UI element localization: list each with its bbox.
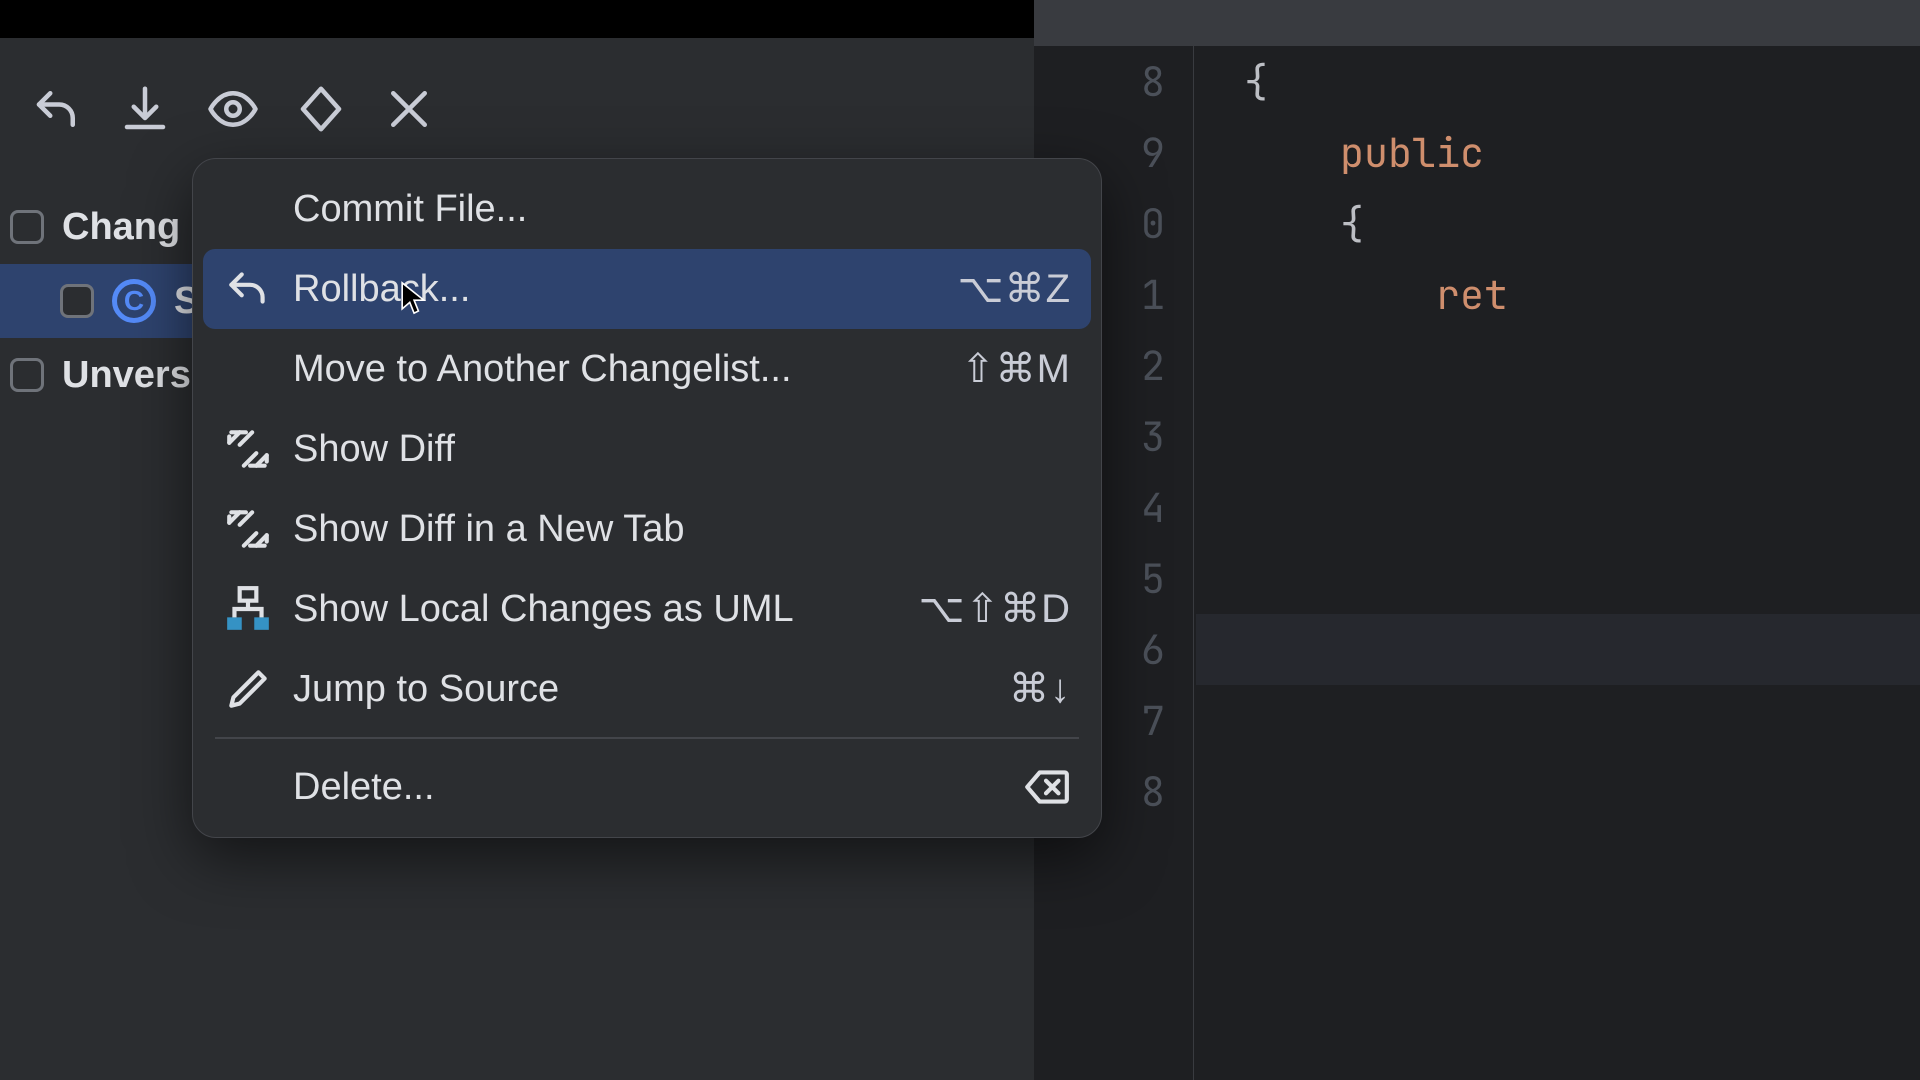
code-line: ret (1196, 259, 1508, 330)
menu-item[interactable]: Show Local Changes as UML ⌥⇧⌘D (203, 569, 1091, 649)
menu-item[interactable]: Commit File... (203, 169, 1091, 249)
pencil-icon (223, 664, 273, 714)
code-line: { (1196, 188, 1508, 259)
backspace-icon (1021, 762, 1071, 812)
menu-item-shortcut: ⌥⌘Z (957, 266, 1071, 312)
menu-item[interactable]: Delete... (203, 747, 1091, 827)
menu-item-shortcut: ⇧⌘M (961, 346, 1071, 392)
menu-item-icon-placeholder (223, 184, 273, 234)
download-icon[interactable] (118, 82, 172, 136)
menu-item-label: Commit File... (293, 188, 1071, 231)
code-line: { (1196, 46, 1508, 117)
menu-item[interactable]: Show Diff (203, 409, 1091, 489)
commit-toolbar (10, 70, 456, 148)
menu-item-label: Jump to Source (293, 668, 989, 711)
diamond-icon[interactable] (294, 82, 348, 136)
diff-icon (223, 424, 273, 474)
menu-item-label: Show Diff (293, 428, 1071, 471)
menu-item-icon-placeholder (223, 344, 273, 394)
menu-item-label: Rollback... (293, 268, 937, 311)
checkbox[interactable] (60, 284, 94, 318)
code-editor[interactable]: 89012345678 { public { ret (1034, 0, 1920, 1080)
editor-current-line-highlight (1196, 614, 1920, 685)
line-number: 8 (1034, 46, 1165, 117)
diff-icon (223, 504, 273, 554)
window-titlebar (0, 0, 1034, 38)
close-icon[interactable] (382, 82, 436, 136)
editor-content: { public { ret (1196, 46, 1508, 330)
menu-item-shortcut: ⌥⇧⌘D (919, 586, 1072, 632)
menu-separator (215, 737, 1079, 739)
menu-item[interactable]: Show Diff in a New Tab (203, 489, 1091, 569)
unversioned-label: Unvers (62, 354, 191, 397)
checkbox[interactable] (10, 358, 44, 392)
undo-icon (223, 264, 273, 314)
context-menu: Commit File... Rollback... ⌥⌘Z Move to Anot… (192, 158, 1102, 838)
class-file-letter: C (124, 285, 144, 317)
menu-item-shortcut: ⌘↓ (1009, 666, 1071, 712)
menu-item[interactable]: Rollback... ⌥⌘Z (203, 249, 1091, 329)
menu-item-label: Move to Another Changelist... (293, 348, 941, 391)
class-file-icon: C (112, 279, 156, 323)
editor-scroll-track (1034, 0, 1920, 46)
checkbox[interactable] (10, 210, 44, 244)
menu-item[interactable]: Move to Another Changelist... ⇧⌘M (203, 329, 1091, 409)
menu-item-label: Show Diff in a New Tab (293, 508, 1071, 551)
menu-item-icon-placeholder (223, 762, 273, 812)
code-line: public (1196, 117, 1508, 188)
changelist-label: Chang (62, 206, 180, 249)
undo-icon[interactable] (30, 82, 84, 136)
menu-item-label: Delete... (293, 766, 1001, 809)
uml-icon (223, 584, 273, 634)
menu-item[interactable]: Jump to Source ⌘↓ (203, 649, 1091, 729)
eye-icon[interactable] (206, 82, 260, 136)
menu-item-label: Show Local Changes as UML (293, 588, 899, 631)
